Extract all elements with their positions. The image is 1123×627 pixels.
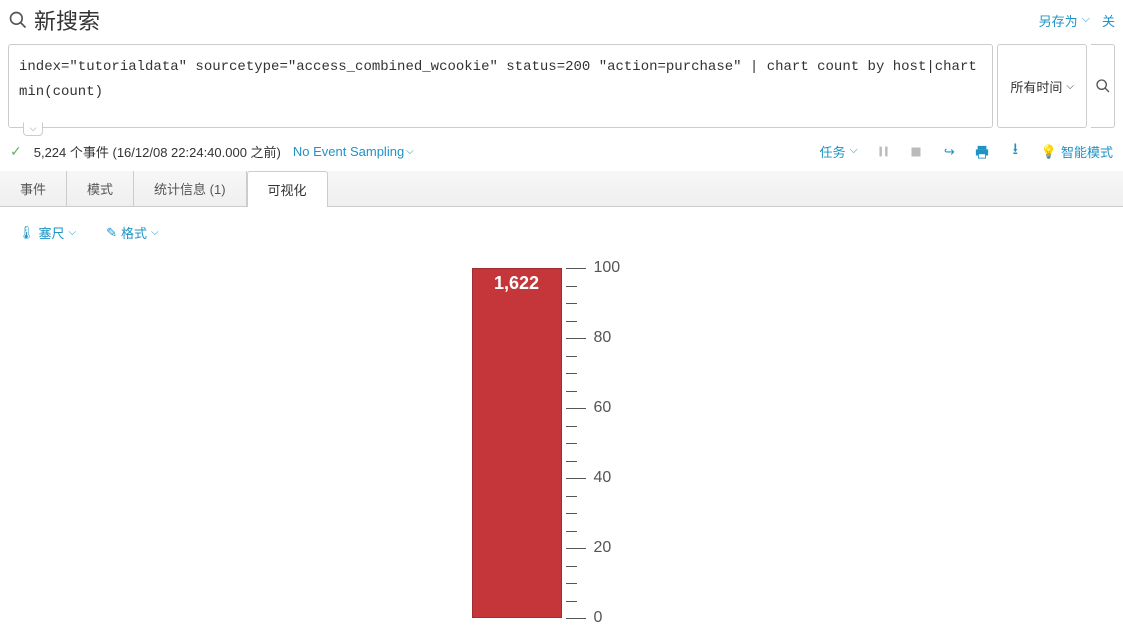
event-sampling-dropdown[interactable]: No Event Sampling ⌵ <box>293 144 414 159</box>
minor-tick <box>566 583 577 584</box>
tab-patterns[interactable]: 模式 <box>67 171 134 206</box>
major-tick <box>566 338 586 339</box>
ruler-icon: 🌡 <box>18 225 35 241</box>
chevron-down-icon: ⌵ <box>406 146 414 157</box>
minor-tick <box>566 566 577 567</box>
major-tick <box>566 548 586 549</box>
print-icon[interactable] <box>975 144 990 159</box>
time-range-picker[interactable]: 所有时间 ⌵ <box>997 44 1087 128</box>
minor-tick <box>566 531 577 532</box>
bulb-icon: 💡 <box>1041 144 1057 160</box>
minor-tick <box>566 513 577 514</box>
expand-handle[interactable]: ⌵ <box>23 122 43 136</box>
minor-tick <box>566 303 577 304</box>
smart-mode-button[interactable]: 💡 智能模式 <box>1041 142 1113 161</box>
tick-label: 80 <box>594 329 612 347</box>
major-tick <box>566 268 586 269</box>
tick-label: 20 <box>594 539 612 557</box>
minor-tick <box>566 286 577 287</box>
pause-icon[interactable] <box>876 144 891 159</box>
major-tick <box>566 408 586 409</box>
minor-tick <box>566 443 577 444</box>
search-icon <box>1095 78 1111 94</box>
tick-label: 40 <box>594 469 612 487</box>
tick-label: 60 <box>594 399 612 417</box>
minor-tick <box>566 321 577 322</box>
tick-label: 100 <box>594 259 621 277</box>
chevron-down-icon: ⌵ <box>69 227 77 238</box>
search-submit-button[interactable] <box>1091 44 1115 128</box>
major-tick <box>566 618 586 619</box>
minor-tick <box>566 496 577 497</box>
page-title: 新搜索 <box>34 4 100 36</box>
chevron-down-icon: ⌵ <box>1066 81 1074 92</box>
tasks-dropdown[interactable]: 任务 <box>819 142 857 161</box>
major-tick <box>566 478 586 479</box>
ruler-dropdown[interactable]: 🌡 塞尺 ⌵ <box>18 223 76 242</box>
search-query-input[interactable]: index="tutorialdata" sourcetype="access_… <box>8 44 993 128</box>
minor-tick <box>566 373 577 374</box>
minor-tick <box>566 601 577 602</box>
download-icon[interactable]: ⭳ <box>1008 144 1023 159</box>
chevron-down-icon: ⌵ <box>151 227 159 238</box>
save-as-button[interactable]: 另存为 <box>1039 11 1090 30</box>
events-count-text: 5,224 个事件 (16/12/08 22:24:40.000 之前) <box>34 142 281 161</box>
share-icon[interactable]: ↪ <box>942 144 957 159</box>
pencil-icon: ✎ <box>106 225 117 241</box>
format-dropdown[interactable]: ✎ 格式 ⌵ <box>106 223 159 242</box>
minor-tick <box>566 356 577 357</box>
minor-tick <box>566 391 577 392</box>
search-query-text: index="tutorialdata" sourcetype="access_… <box>19 59 977 100</box>
filler-gauge-chart: 1,622 020406080100 <box>462 268 662 623</box>
tab-visualization[interactable]: 可视化 <box>247 171 328 207</box>
check-icon: ✓ <box>10 143 22 160</box>
gauge-value-label: 1,622 <box>473 269 561 294</box>
stop-icon[interactable] <box>909 144 924 159</box>
tabs-bar: 事件 模式 统计信息 (1) 可视化 <box>0 171 1123 207</box>
tab-statistics[interactable]: 统计信息 (1) <box>134 171 247 206</box>
minor-tick <box>566 426 577 427</box>
tick-label: 0 <box>594 609 603 627</box>
more-button[interactable]: 关 <box>1102 11 1115 30</box>
minor-tick <box>566 461 577 462</box>
gauge-bar: 1,622 <box>472 268 562 618</box>
search-icon <box>8 10 28 30</box>
tab-events[interactable]: 事件 <box>0 171 67 206</box>
